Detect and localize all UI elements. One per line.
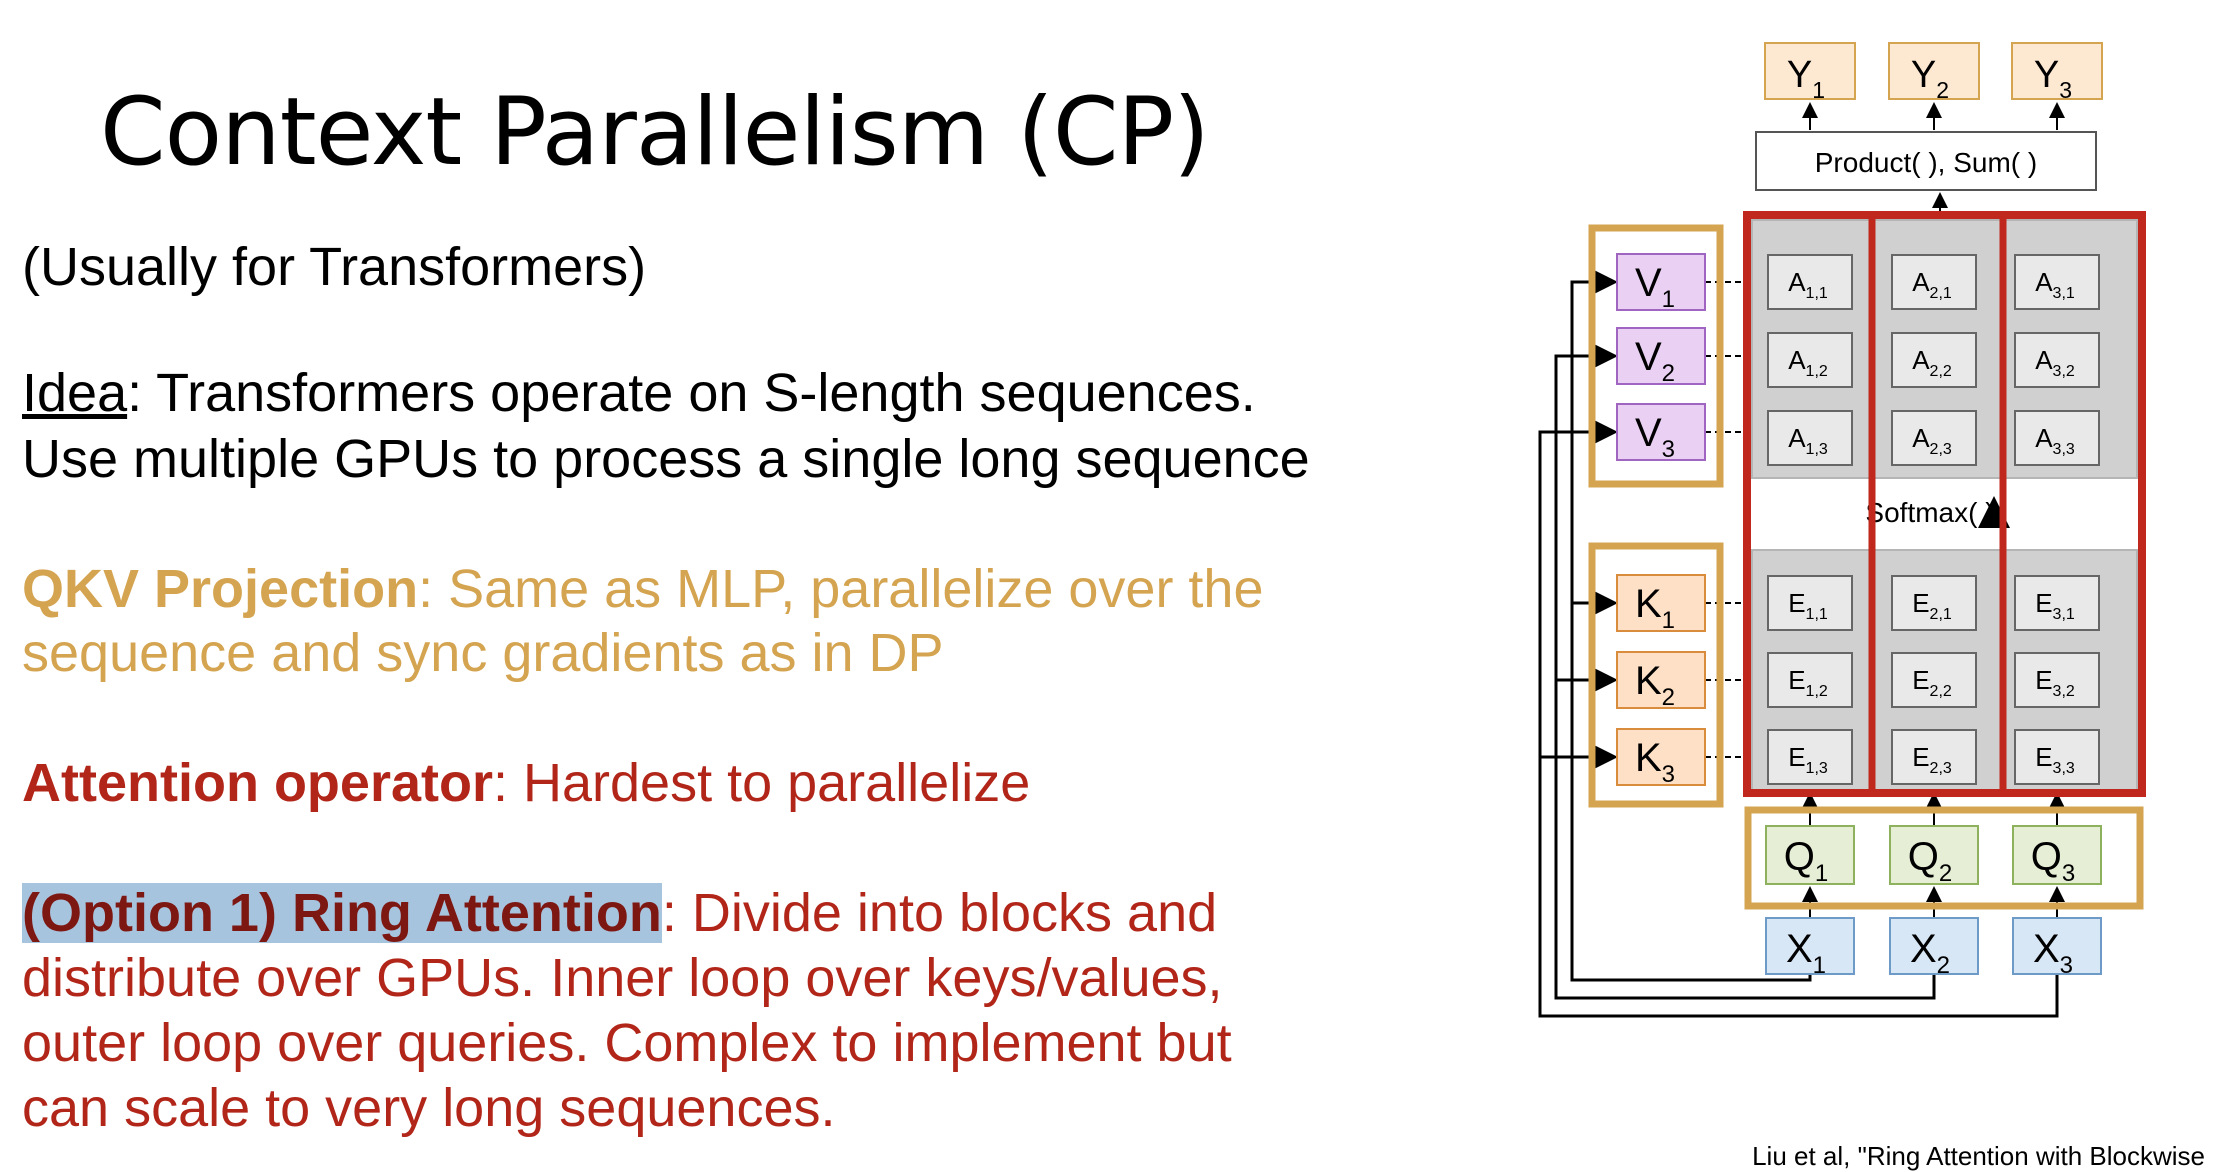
qkv-line-2: sequence and sync gradients as in DP [22, 623, 944, 683]
qkv-label: QKV Projection [22, 559, 419, 619]
subtitle: (Usually for Transformers) [22, 237, 647, 297]
idea-text-1: : Transformers operate on S-length seque… [127, 363, 1256, 423]
attention-text: : Hardest to parallelize [492, 753, 1031, 813]
diagram-svg: Y1 Y2 Y3Product( ), Sum( )A1,1E1,1A2,1E2,1… [1538, 42, 2146, 1018]
page-title: Context Parallelism (CP) [100, 78, 1210, 187]
ring-text-1: : Divide into blocks and [661, 883, 1218, 943]
ring-line-2: distribute over GPUs. Inner loop over ke… [22, 948, 1223, 1008]
ring-line-4: can scale to very long sequences. [22, 1078, 836, 1138]
ring-label: (Option 1) Ring Attention [22, 883, 662, 943]
product-label: Product( ), Sum( ) [1815, 147, 2037, 178]
ring-line-3: outer loop over queries. Complex to impl… [22, 1013, 1232, 1073]
citation: Liu et al, "Ring Attention with Blockwis… [1752, 1141, 2205, 1171]
idea-line-2: Use multiple GPUs to process a single lo… [22, 429, 1310, 489]
attention-line: Attention operator: Hardest to paralleli… [22, 750, 1030, 816]
qkv-text-1: : Same as MLP, parallelize over the [418, 559, 1264, 619]
ring-line-1: (Option 1) Ring Attention: Divide into b… [22, 880, 1217, 946]
attention-label: Attention operator [22, 753, 493, 813]
ring-attention-diagram: Y1 Y2 Y3 Product( ), Sum( ) A1,1 E1,1 A2,1 E2,1… [1500, 30, 2200, 1045]
qkv-line-1: QKV Projection: Same as MLP, parallelize… [22, 556, 1264, 622]
softmax-label: Softmax( ) [1865, 497, 1994, 528]
idea-label: Idea [22, 363, 128, 423]
idea-line-1: Idea: Transformers operate on S-length s… [22, 360, 1256, 426]
